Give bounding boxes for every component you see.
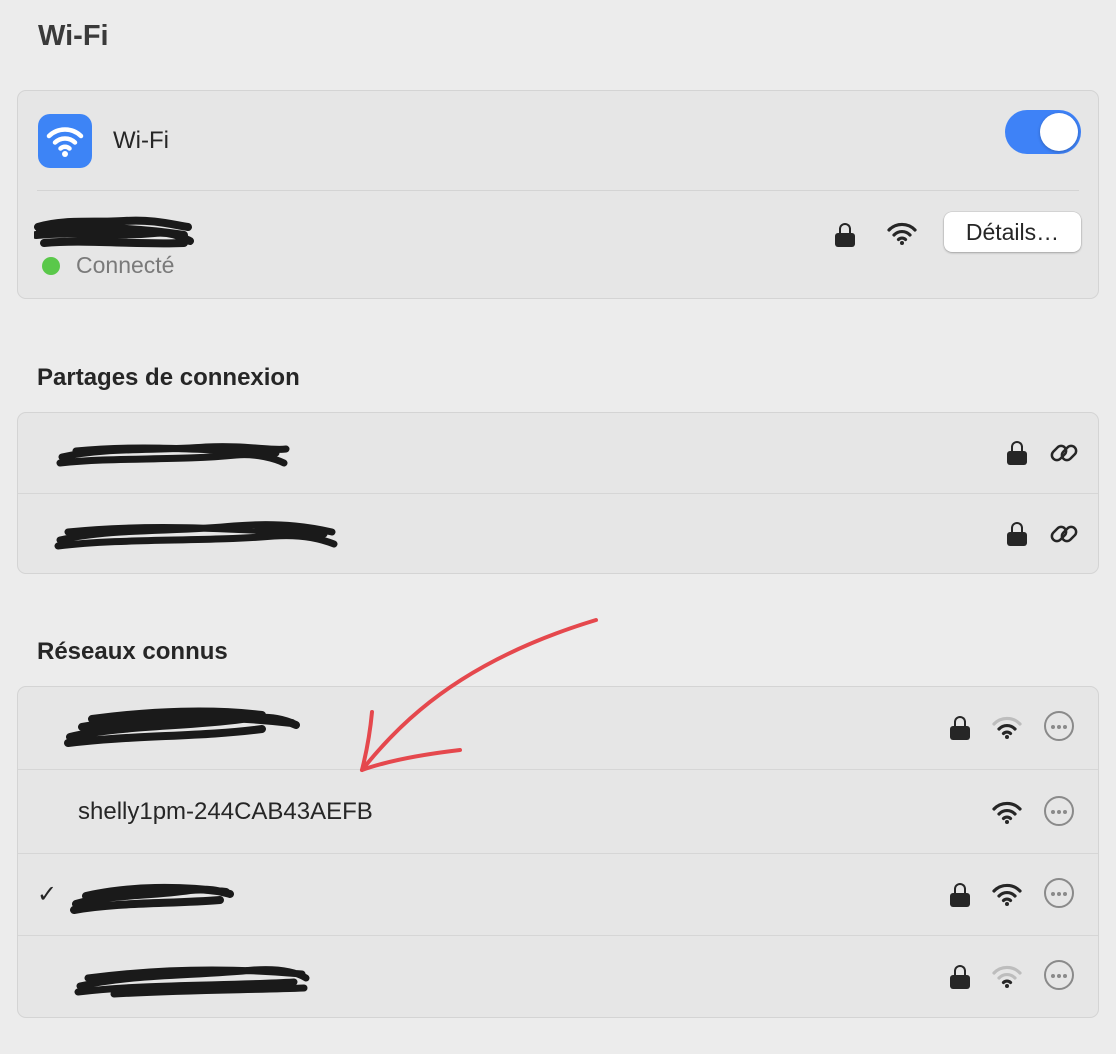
redacted-hotspot-name: [54, 521, 338, 550]
wifi-signal-icon: [992, 801, 1022, 824]
redacted-network-name: [70, 883, 234, 914]
hotspot-row[interactable]: [18, 413, 1098, 493]
lock-icon: [950, 965, 970, 989]
annotation-arrow: [360, 618, 598, 772]
hotspots-section-title: Partages de connexion: [37, 364, 300, 391]
redacted-network-name: [74, 966, 310, 998]
connected-status-dot: [42, 257, 60, 275]
wifi-app-icon: [38, 114, 92, 168]
redacted-network-name: [64, 707, 300, 747]
redacted-hotspot-name: [56, 443, 290, 467]
lock-icon: [835, 223, 855, 247]
redacted-network-name: [34, 216, 194, 248]
lock-icon: [950, 883, 970, 907]
known-network-row[interactable]: ✓: [18, 853, 1098, 935]
wifi-signal-icon: [992, 883, 1022, 906]
lock-icon: [1007, 441, 1027, 465]
more-options-icon[interactable]: [1044, 878, 1074, 908]
wifi-card: Wi-Fi Connecté Détails…: [17, 90, 1099, 299]
toggle-knob: [1040, 113, 1078, 151]
wifi-signal-icon: [887, 222, 917, 245]
hotspots-card: [17, 412, 1099, 574]
more-options-icon[interactable]: [1044, 796, 1074, 826]
network-name: shelly1pm-244CAB43AEFB: [78, 798, 373, 825]
lock-icon: [1007, 522, 1027, 546]
wifi-toggle[interactable]: [1005, 110, 1081, 154]
wifi-weak-signal-icon: [992, 965, 1022, 988]
wifi-label: Wi-Fi: [113, 127, 169, 154]
lock-icon: [950, 716, 970, 740]
wifi-toggle-row: Wi-Fi: [18, 91, 1098, 191]
current-network-row: Connecté Détails…: [18, 191, 1098, 298]
more-options-icon[interactable]: [1044, 960, 1074, 990]
known-networks-section-title: Réseaux connus: [37, 638, 228, 665]
wifi-weak-signal-icon: [992, 716, 1022, 739]
link-icon: [1050, 525, 1078, 543]
connected-checkmark: ✓: [37, 881, 58, 908]
link-icon: [1050, 444, 1078, 462]
known-network-row[interactable]: [18, 935, 1098, 1017]
page-title: Wi-Fi: [38, 20, 109, 52]
hotspot-row[interactable]: [18, 493, 1098, 573]
more-options-icon[interactable]: [1044, 711, 1074, 741]
connection-status: Connecté: [76, 252, 175, 278]
details-button[interactable]: Détails…: [944, 212, 1081, 252]
